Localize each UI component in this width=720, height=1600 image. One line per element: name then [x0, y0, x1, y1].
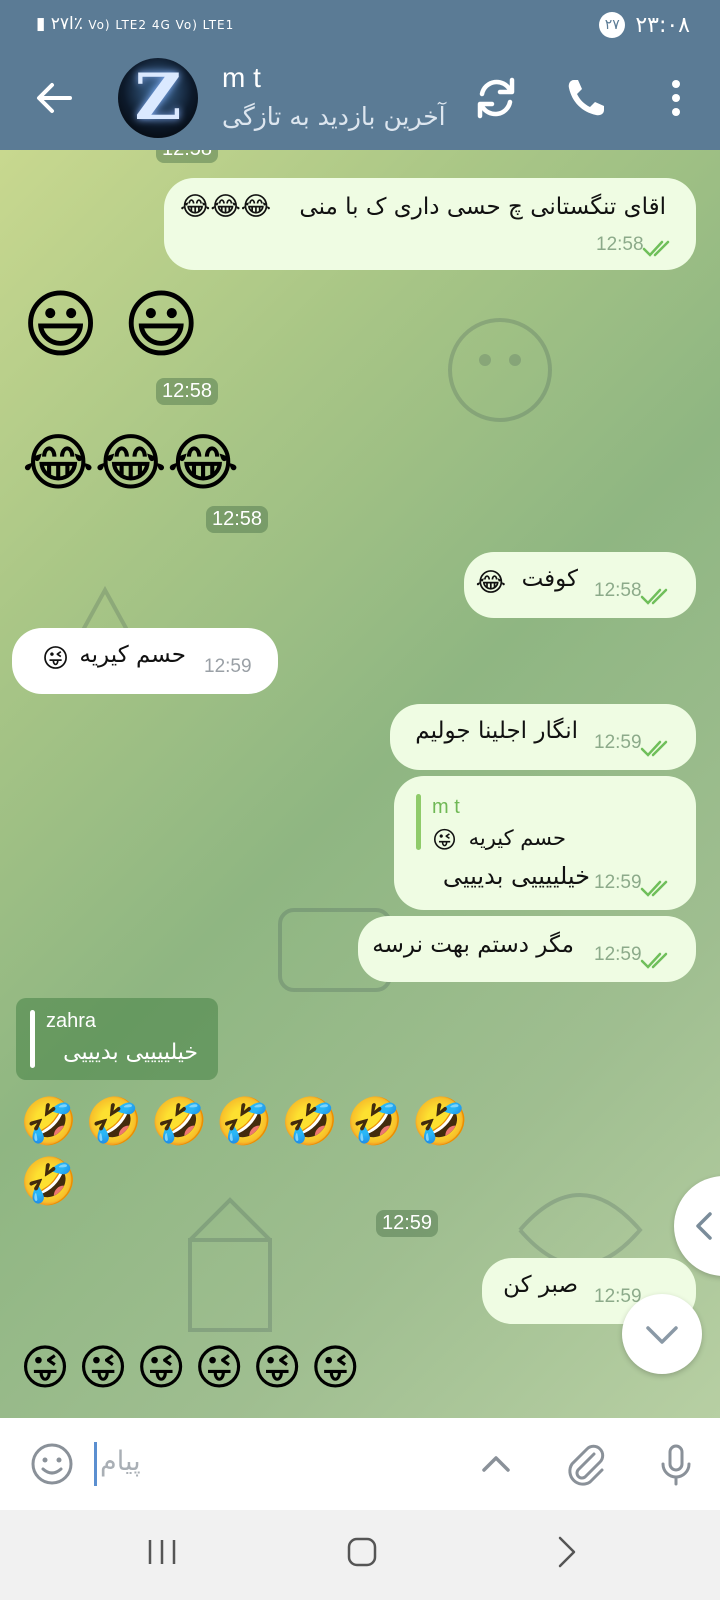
double-check-icon [640, 952, 668, 969]
chevron-left-icon [696, 1212, 712, 1240]
chevron-down-icon [646, 1326, 678, 1344]
avatar-letter: Z [134, 60, 182, 135]
reply-quote-text: حسم کیریه [468, 826, 566, 850]
reply-quote-name: zahra [46, 1010, 97, 1032]
message-time: 12:59 [594, 872, 642, 893]
double-check-icon [640, 740, 668, 757]
text-caret [94, 1442, 97, 1486]
message-text: صبر کن [503, 1272, 578, 1298]
microphone-icon[interactable] [652, 1440, 700, 1488]
message-text: اقای تنگستانی چ حسی داری ک با منی [299, 194, 666, 220]
emoji-joy: 😂😂😂 [180, 192, 272, 222]
message-time: 12:58 [596, 234, 644, 255]
emoji-winking-tongue-row: 😜😜😜😜😜😜 [20, 1340, 369, 1396]
paperclip-icon[interactable] [562, 1440, 610, 1488]
double-check-icon [640, 880, 668, 897]
status-left: ▮ ا٢٧٪ Vo) LTE2 4G Vo) LTE1 [36, 14, 234, 34]
time-pill: 12:58 [156, 378, 219, 405]
message-bubble-outgoing[interactable]: انگار اجلینا جولیم 12:59 [390, 704, 696, 770]
message-text: حسم کیریه [79, 642, 186, 668]
recent-apps-icon[interactable] [142, 1532, 182, 1572]
smiley-icon[interactable] [28, 1440, 76, 1488]
chat-area[interactable]: 12:58 اقای تنگستانی چ حسی داری ک با منی … [0, 150, 720, 1418]
chat-title[interactable]: m t [222, 62, 261, 94]
emoji-joy: 😂 [475, 568, 506, 598]
reply-quote-name: m t [432, 796, 460, 818]
message-text: مگر دستم بهت نرسه [372, 932, 574, 958]
message-time: 12:59 [204, 656, 252, 677]
reply-quote-incoming[interactable]: zahra خیلییییی بدیییی [16, 998, 218, 1080]
time-pill: 12:59 [376, 1210, 439, 1237]
double-check-icon [640, 588, 668, 605]
reply-quote-bar [30, 1010, 35, 1068]
phone-icon[interactable] [560, 72, 612, 124]
emoji-winking-tongue: 😜 [432, 826, 458, 854]
reply-quote-text: خیلییییی بدیییی [63, 1040, 198, 1065]
battery-percent: ا٢٧٪ [50, 14, 83, 34]
home-icon[interactable] [342, 1532, 382, 1572]
avatar[interactable]: Z [118, 58, 198, 138]
message-time: 12:59 [594, 732, 642, 753]
double-check-icon [642, 240, 670, 257]
reply-quote-bar [416, 794, 421, 850]
battery-icon: ▮ [36, 14, 46, 34]
scroll-down-button[interactable] [622, 1294, 702, 1374]
network-indicators: Vo) LTE2 4G Vo) LTE1 [88, 18, 235, 32]
notification-badge: ٢٧ [599, 12, 626, 38]
message-text: انگار اجلینا جولیم [415, 718, 578, 744]
doodle-pattern [188, 1197, 272, 1332]
message-bubble-outgoing-reply[interactable]: m t حسم کیریه 😜 خیلییییی بدیییی 12:59 [394, 776, 696, 910]
message-time: 12:59 [594, 944, 642, 965]
status-right: ٢٧ ٢٣:٠٨ [599, 12, 690, 38]
message-bubble-incoming[interactable]: حسم کیریه 😜 12:59 [12, 628, 278, 694]
system-nav-bar [0, 1510, 720, 1600]
time-pill: 12:58 [206, 506, 269, 533]
message-text: خیلییییی بدیییی [442, 862, 590, 890]
chat-header: Z m t آخرین بازدید به تازگی [0, 52, 720, 150]
back-nav-icon[interactable] [546, 1532, 586, 1572]
message-time: 12:58 [594, 580, 642, 601]
status-bar: ▮ ا٢٧٪ Vo) LTE2 4G Vo) LTE1 ٢٧ ٢٣:٠٨ [0, 0, 720, 52]
message-input[interactable]: پیام [100, 1446, 141, 1477]
more-vertical-icon[interactable] [650, 72, 702, 124]
refresh-icon[interactable] [470, 72, 522, 124]
time-pill: 12:58 [156, 150, 219, 163]
back-arrow-icon[interactable] [30, 74, 78, 122]
emoji-joy-large: 😂😂😂 [22, 426, 240, 499]
message-input-bar: پیام [0, 1418, 720, 1510]
emoji-rofl-row: 🤣🤣🤣🤣🤣🤣🤣 [20, 1094, 477, 1148]
last-seen-status: آخرین بازدید به تازگی [222, 102, 446, 131]
message-bubble-outgoing[interactable]: مگر دستم بهت نرسه 12:59 [358, 916, 696, 982]
emoji-smiley-large: 😃 😃 [22, 282, 200, 368]
emoji-winking-tongue: 😜 [42, 644, 70, 674]
clock: ٢٣:٠٨ [635, 12, 690, 38]
chevron-up-icon[interactable] [472, 1440, 520, 1488]
emoji-rofl: 🤣 [20, 1154, 78, 1208]
message-bubble-outgoing[interactable]: کوفت 😂 12:58 [464, 552, 696, 618]
message-text: کوفت [521, 566, 578, 592]
message-bubble-outgoing[interactable]: اقای تنگستانی چ حسی داری ک با منی 😂😂😂 12… [164, 178, 696, 270]
doodle-pattern [448, 318, 552, 422]
